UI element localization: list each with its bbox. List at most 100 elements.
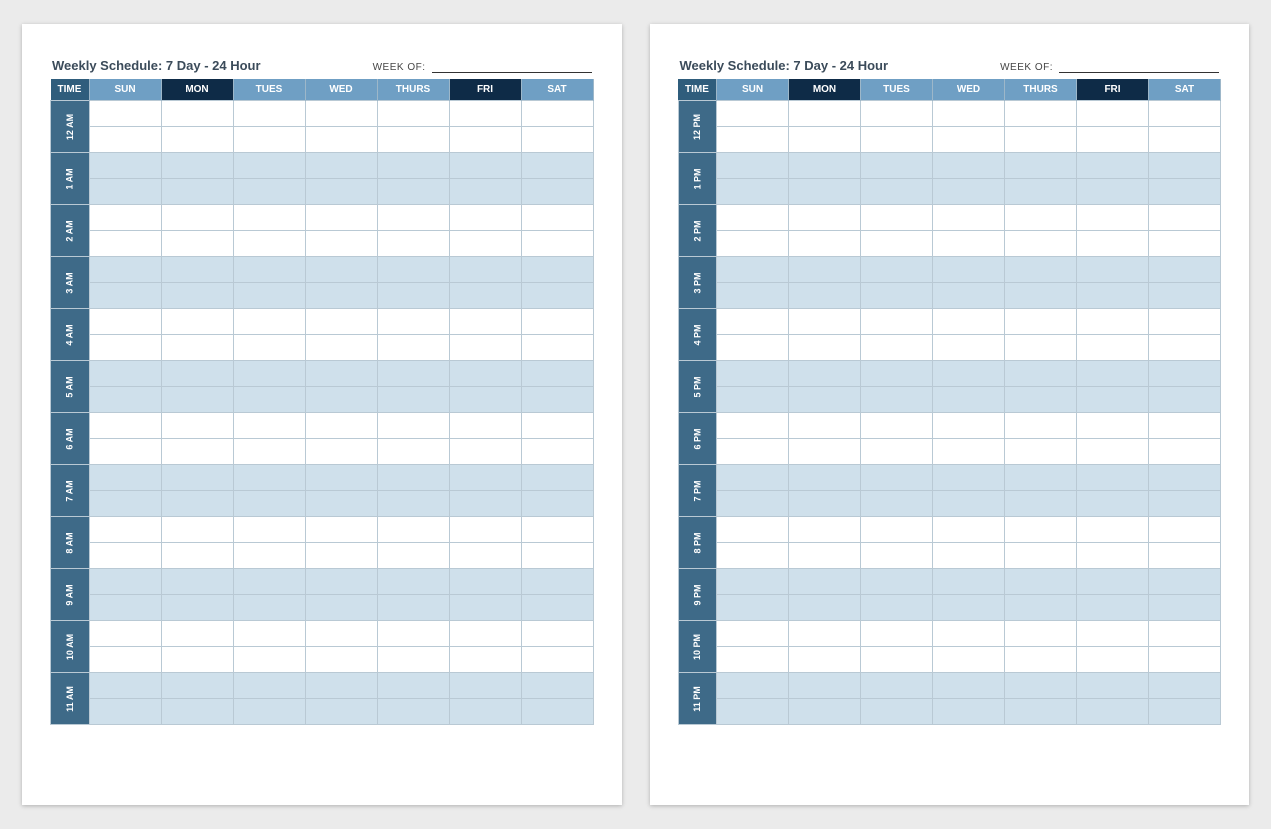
schedule-cell[interactable]: [1149, 101, 1221, 127]
schedule-cell[interactable]: [1005, 205, 1077, 231]
schedule-cell[interactable]: [305, 387, 377, 413]
schedule-cell[interactable]: [1005, 231, 1077, 257]
schedule-cell[interactable]: [89, 439, 161, 465]
schedule-cell[interactable]: [861, 569, 933, 595]
schedule-cell[interactable]: [305, 673, 377, 699]
schedule-cell[interactable]: [449, 465, 521, 491]
schedule-cell[interactable]: [305, 491, 377, 517]
schedule-cell[interactable]: [933, 595, 1005, 621]
schedule-cell[interactable]: [1077, 413, 1149, 439]
schedule-cell[interactable]: [1149, 543, 1221, 569]
schedule-cell[interactable]: [933, 439, 1005, 465]
schedule-cell[interactable]: [1149, 491, 1221, 517]
schedule-cell[interactable]: [789, 413, 861, 439]
schedule-cell[interactable]: [717, 621, 789, 647]
schedule-cell[interactable]: [377, 153, 449, 179]
schedule-cell[interactable]: [789, 205, 861, 231]
schedule-cell[interactable]: [933, 153, 1005, 179]
schedule-cell[interactable]: [233, 595, 305, 621]
schedule-cell[interactable]: [377, 179, 449, 205]
schedule-cell[interactable]: [789, 387, 861, 413]
schedule-cell[interactable]: [933, 465, 1005, 491]
schedule-cell[interactable]: [233, 257, 305, 283]
schedule-cell[interactable]: [377, 309, 449, 335]
schedule-cell[interactable]: [717, 205, 789, 231]
schedule-cell[interactable]: [233, 101, 305, 127]
schedule-cell[interactable]: [933, 569, 1005, 595]
schedule-cell[interactable]: [449, 205, 521, 231]
schedule-cell[interactable]: [89, 595, 161, 621]
schedule-cell[interactable]: [377, 205, 449, 231]
schedule-cell[interactable]: [161, 127, 233, 153]
schedule-cell[interactable]: [861, 465, 933, 491]
schedule-cell[interactable]: [789, 153, 861, 179]
schedule-cell[interactable]: [89, 361, 161, 387]
schedule-cell[interactable]: [521, 205, 593, 231]
schedule-cell[interactable]: [861, 621, 933, 647]
schedule-cell[interactable]: [89, 569, 161, 595]
schedule-cell[interactable]: [717, 413, 789, 439]
schedule-cell[interactable]: [161, 673, 233, 699]
schedule-cell[interactable]: [233, 283, 305, 309]
schedule-cell[interactable]: [933, 179, 1005, 205]
schedule-cell[interactable]: [789, 621, 861, 647]
schedule-cell[interactable]: [861, 283, 933, 309]
schedule-cell[interactable]: [161, 179, 233, 205]
schedule-cell[interactable]: [305, 361, 377, 387]
schedule-cell[interactable]: [789, 231, 861, 257]
schedule-cell[interactable]: [305, 465, 377, 491]
schedule-cell[interactable]: [305, 595, 377, 621]
schedule-cell[interactable]: [1005, 595, 1077, 621]
schedule-cell[interactable]: [1077, 517, 1149, 543]
schedule-cell[interactable]: [521, 491, 593, 517]
schedule-cell[interactable]: [305, 309, 377, 335]
schedule-cell[interactable]: [161, 257, 233, 283]
schedule-cell[interactable]: [1149, 309, 1221, 335]
schedule-cell[interactable]: [861, 647, 933, 673]
schedule-cell[interactable]: [717, 465, 789, 491]
schedule-cell[interactable]: [89, 257, 161, 283]
schedule-cell[interactable]: [717, 127, 789, 153]
schedule-cell[interactable]: [1149, 283, 1221, 309]
schedule-cell[interactable]: [305, 231, 377, 257]
schedule-cell[interactable]: [861, 387, 933, 413]
schedule-cell[interactable]: [161, 205, 233, 231]
schedule-cell[interactable]: [717, 647, 789, 673]
schedule-cell[interactable]: [521, 101, 593, 127]
schedule-cell[interactable]: [717, 543, 789, 569]
schedule-cell[interactable]: [1077, 439, 1149, 465]
schedule-cell[interactable]: [717, 699, 789, 725]
schedule-cell[interactable]: [1149, 595, 1221, 621]
schedule-cell[interactable]: [521, 231, 593, 257]
schedule-cell[interactable]: [521, 517, 593, 543]
schedule-cell[interactable]: [1077, 699, 1149, 725]
schedule-cell[interactable]: [1005, 465, 1077, 491]
schedule-cell[interactable]: [861, 491, 933, 517]
schedule-cell[interactable]: [717, 673, 789, 699]
schedule-cell[interactable]: [789, 647, 861, 673]
schedule-cell[interactable]: [1077, 543, 1149, 569]
schedule-cell[interactable]: [89, 517, 161, 543]
schedule-cell[interactable]: [933, 699, 1005, 725]
schedule-cell[interactable]: [717, 309, 789, 335]
schedule-cell[interactable]: [161, 387, 233, 413]
schedule-cell[interactable]: [161, 309, 233, 335]
schedule-cell[interactable]: [1077, 309, 1149, 335]
schedule-cell[interactable]: [933, 491, 1005, 517]
schedule-cell[interactable]: [861, 257, 933, 283]
schedule-cell[interactable]: [449, 231, 521, 257]
schedule-cell[interactable]: [305, 127, 377, 153]
schedule-cell[interactable]: [305, 283, 377, 309]
schedule-cell[interactable]: [789, 361, 861, 387]
schedule-cell[interactable]: [1077, 335, 1149, 361]
schedule-cell[interactable]: [233, 309, 305, 335]
schedule-cell[interactable]: [1077, 231, 1149, 257]
schedule-cell[interactable]: [861, 413, 933, 439]
schedule-cell[interactable]: [89, 335, 161, 361]
schedule-cell[interactable]: [377, 335, 449, 361]
schedule-cell[interactable]: [233, 127, 305, 153]
schedule-cell[interactable]: [933, 127, 1005, 153]
schedule-cell[interactable]: [521, 335, 593, 361]
schedule-cell[interactable]: [521, 595, 593, 621]
schedule-cell[interactable]: [305, 179, 377, 205]
